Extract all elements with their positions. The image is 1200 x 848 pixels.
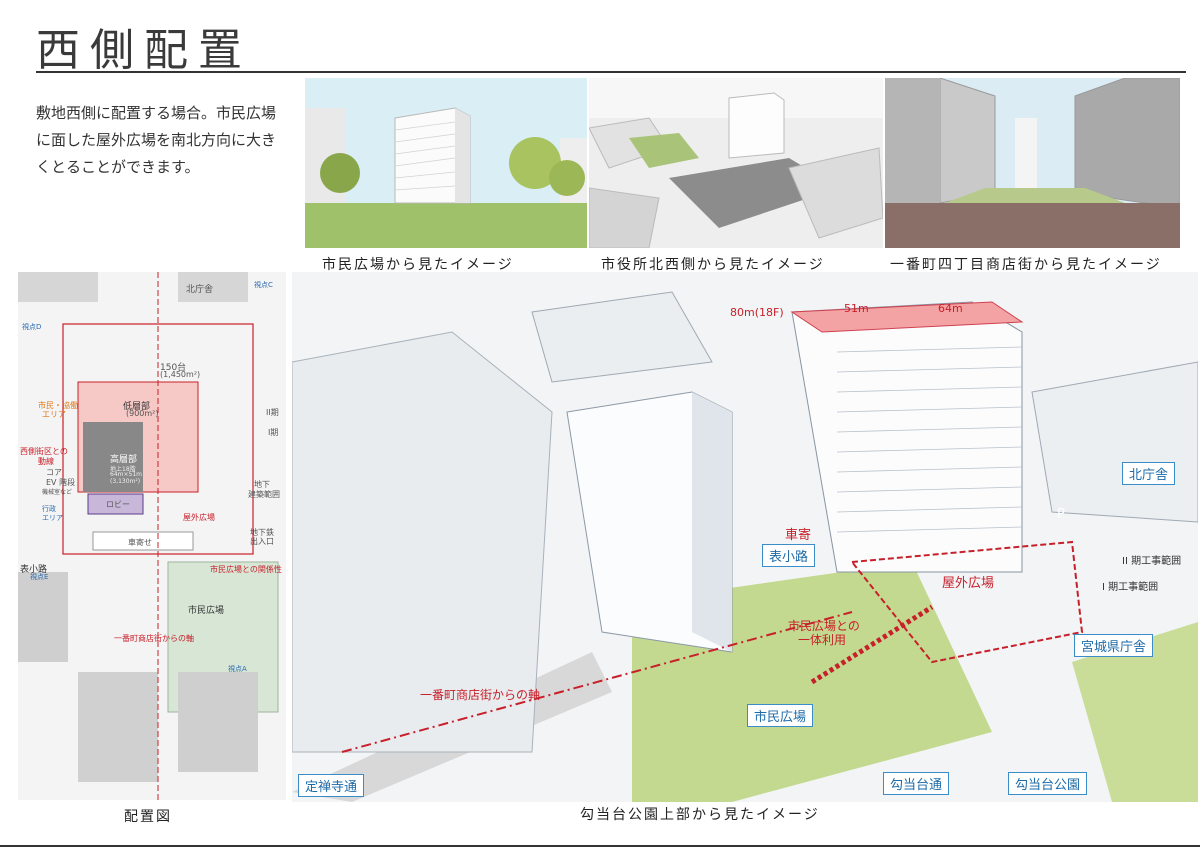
tag-kotodai-dori: 勾当台通	[883, 772, 950, 795]
plan-core-sub2: 機械室など	[42, 489, 73, 496]
plan-west-district2: 動線	[38, 457, 54, 466]
plan-outdoor-plaza: 屋外広場	[183, 513, 215, 522]
plan-drop-off: 車寄せ	[128, 538, 152, 547]
label-outdoor-plaza: 屋外広場	[942, 576, 995, 591]
plan-high-rise-sub3: (3,130m²)	[110, 478, 141, 485]
label-joint-use2: 一体利用	[798, 633, 847, 647]
parking-mark: P	[1057, 507, 1065, 522]
label-drop-off: 車寄	[785, 528, 812, 543]
photo-caption-2: 市役所北西側から見たイメージ	[601, 257, 825, 273]
page-title: 西側配置	[36, 25, 252, 76]
plan-phase-1: I期	[268, 428, 279, 437]
perspective-width-a: 51m	[844, 302, 869, 315]
label-axis: 一番町商店街からの軸	[420, 688, 541, 702]
description-text: 敷地西側に配置する場合。市民広場に面した屋外広場を南北方向に大きくとることができ…	[36, 104, 277, 176]
plan-high-rise-sub2: 64m×51m	[110, 471, 142, 478]
site-plan: 北庁舎 視点C 視点D 150台 (1,450m²) 低層部 (900m²) 高…	[18, 272, 286, 800]
label-phase-1: I 期工事範囲	[1102, 582, 1159, 593]
plan-low-rise-area: (900m²)	[126, 409, 159, 418]
plan-view-e: 視点E	[30, 573, 49, 581]
tag-kotodai-park: 勾当台公園	[1008, 772, 1088, 795]
plan-admin-area2: エリア	[42, 514, 63, 522]
perspective-width-b: 64m	[938, 302, 963, 315]
plan-phase-2: II期	[266, 408, 279, 417]
photo-from-ichibancho	[885, 78, 1180, 248]
plan-relation: 市民広場との関係性	[210, 565, 282, 574]
tag-jozenji-dori: 定禅寺通	[298, 774, 365, 797]
photo-caption-3: 一番町四丁目商店街から見たイメージ	[890, 257, 1162, 273]
title-underline	[36, 71, 1186, 73]
tag-north-office: 北庁舎	[1122, 462, 1176, 485]
tag-omote-koji: 表小路	[762, 544, 816, 567]
perspective-view: 80m(18F) 51m 64m 北庁舎 車寄 表小路 屋外広場 II 期工事範…	[292, 272, 1198, 802]
plan-view-a: 視点A	[228, 665, 247, 673]
plan-label-north-office: 北庁舎	[186, 285, 214, 295]
plan-parking-area: (1,450m²)	[160, 370, 201, 379]
plan-underground2: 建築範囲	[248, 490, 280, 499]
photo-from-citizen-plaza	[305, 78, 587, 248]
tag-citizen-plaza: 市民広場	[747, 704, 814, 727]
plan-citizen-plaza: 市民広場	[188, 606, 225, 616]
tag-miyagi-prefecture: 宮城県庁舎	[1074, 634, 1154, 657]
plan-view-c: 視点C	[254, 281, 273, 289]
photo-from-city-hall-northwest	[589, 78, 883, 248]
bottom-rule	[0, 845, 1200, 847]
photo-caption-1: 市民広場から見たイメージ	[322, 257, 514, 273]
plan-lobby: ロビー	[106, 500, 130, 509]
perspective-caption: 勾当台公園上部から見たイメージ	[580, 807, 820, 823]
plan-axis: 一番町商店街からの軸	[114, 634, 194, 643]
label-phase-2: II 期工事範囲	[1122, 556, 1182, 567]
plan-underground-exit2: 出入口	[250, 537, 274, 546]
plan-view-d: 視点D	[22, 323, 42, 331]
site-plan-caption: 配置図	[124, 809, 172, 825]
perspective-height-label: 80m(18F)	[730, 306, 784, 319]
plan-citizen-area2: エリア	[42, 410, 66, 419]
